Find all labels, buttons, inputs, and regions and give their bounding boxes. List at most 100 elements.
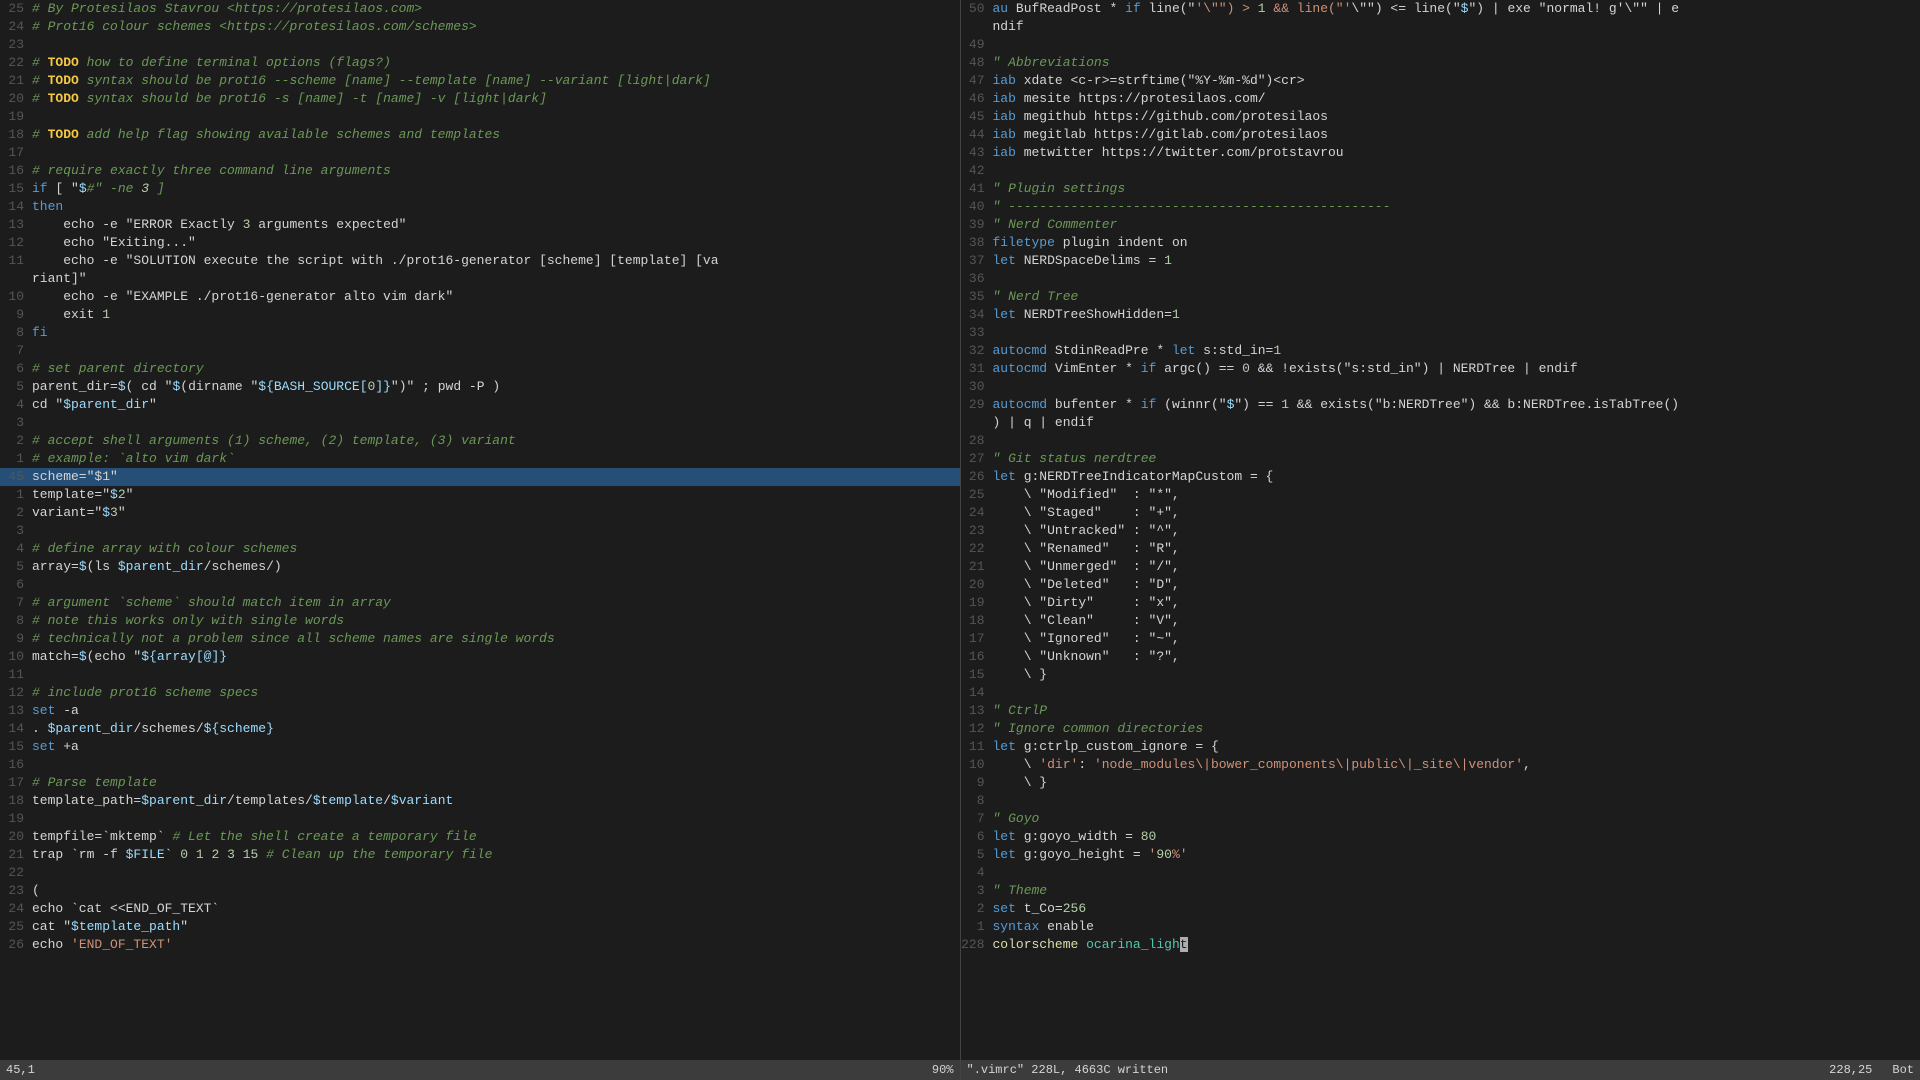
line-content: riant]"	[32, 270, 960, 288]
line-content: # argument `scheme` should match item in…	[32, 594, 960, 612]
line-content: echo `cat <<END_OF_TEXT`	[32, 900, 960, 918]
line-content: syntax enable	[993, 918, 1920, 936]
line-content: \ "Deleted" : "D",	[993, 576, 1920, 594]
code-line: 44iab megitlab https://gitlab.com/protes…	[961, 126, 1920, 144]
code-line: 48" Abbreviations	[961, 54, 1920, 72]
code-line: 38filetype plugin indent on	[961, 234, 1920, 252]
line-number: 8	[961, 792, 993, 810]
code-line: 13 echo -e "ERROR Exactly 3 arguments ex…	[0, 216, 960, 234]
line-content: echo "Exiting..."	[32, 234, 960, 252]
line-number: 9	[961, 774, 993, 792]
code-line: 14. $parent_dir/schemes/${scheme}	[0, 720, 960, 738]
code-line: 22# TODO how to define terminal options …	[0, 54, 960, 72]
line-number: 22	[961, 540, 993, 558]
code-line: 28	[961, 432, 1920, 450]
line-number: 2	[0, 432, 32, 450]
line-content: let g:ctrlp_custom_ignore = {	[993, 738, 1920, 756]
line-number: 22	[0, 864, 32, 882]
line-number: 50	[961, 0, 993, 18]
line-number: 21	[0, 846, 32, 864]
line-content: " CtrlP	[993, 702, 1920, 720]
code-line: 15if [ "$#" -ne 3 ]	[0, 180, 960, 198]
code-line: 19	[0, 810, 960, 828]
line-number: 15	[961, 666, 993, 684]
line-number: 24	[0, 18, 32, 36]
line-number: 16	[0, 162, 32, 180]
code-line: 2variant="$3"	[0, 504, 960, 522]
code-line: 16# require exactly three command line a…	[0, 162, 960, 180]
code-line: 35" Nerd Tree	[961, 288, 1920, 306]
line-number: 34	[961, 306, 993, 324]
code-line: 3	[0, 522, 960, 540]
line-number: 14	[0, 720, 32, 738]
line-content: array=$(ls $parent_dir/schemes/)	[32, 558, 960, 576]
code-line: 11 echo -e "SOLUTION execute the script …	[0, 252, 960, 270]
line-number: 35	[961, 288, 993, 306]
line-content: " Ignore common directories	[993, 720, 1920, 738]
right-code-area[interactable]: 50au BufReadPost * if line("'\"") > 1 &&…	[961, 0, 1920, 1080]
code-line: riant]"	[0, 270, 960, 288]
code-line: 23 \ "Untracked" : "^",	[961, 522, 1920, 540]
code-line: 12# include prot16 scheme specs	[0, 684, 960, 702]
line-number: 23	[961, 522, 993, 540]
code-line: 10match=$(echo "${array[@]}	[0, 648, 960, 666]
code-line: 45iab megithub https://github.com/protes…	[961, 108, 1920, 126]
line-number: 5	[0, 558, 32, 576]
line-content: (	[32, 882, 960, 900]
line-content: iab xdate <c-r>=strftime("%Y-%m-%d")<cr>	[993, 72, 1920, 90]
line-number: 19	[0, 108, 32, 126]
code-line: 9 \ }	[961, 774, 1920, 792]
code-line: 21 \ "Unmerged" : "/",	[961, 558, 1920, 576]
left-pane: 25# By Protesilaos Stavrou <https://prot…	[0, 0, 961, 1080]
line-content: let NERDSpaceDelims = 1	[993, 252, 1920, 270]
line-content: colorscheme ocarina_light	[993, 936, 1920, 954]
line-content: exit 1	[32, 306, 960, 324]
code-line: 6	[0, 576, 960, 594]
code-line: 50au BufReadPost * if line("'\"") > 1 &&…	[961, 0, 1920, 18]
line-number: 13	[961, 702, 993, 720]
line-number: 17	[0, 144, 32, 162]
code-line: 4	[961, 864, 1920, 882]
editor-container: 25# By Protesilaos Stavrou <https://prot…	[0, 0, 1920, 1080]
code-line: 21trap `rm -f $FILE` 0 1 2 3 15 # Clean …	[0, 846, 960, 864]
line-content: " Goyo	[993, 810, 1920, 828]
line-content: \ "Renamed" : "R",	[993, 540, 1920, 558]
line-content: tempfile=`mktemp` # Let the shell create…	[32, 828, 960, 846]
line-content: set -a	[32, 702, 960, 720]
line-content: " Plugin settings	[993, 180, 1920, 198]
line-content: au BufReadPost * if line("'\"") > 1 && l…	[993, 0, 1920, 18]
code-line: 25 \ "Modified" : "*",	[961, 486, 1920, 504]
line-content: # example: `alto vim dark`	[32, 450, 960, 468]
line-content: # TODO syntax should be prot16 --scheme …	[32, 72, 960, 90]
code-line: 8# note this works only with single word…	[0, 612, 960, 630]
line-content: # technically not a problem since all sc…	[32, 630, 960, 648]
code-line: 2set t_Co=256	[961, 900, 1920, 918]
line-content: ) | q | endif	[993, 414, 1920, 432]
code-line: 29autocmd bufenter * if (winnr("$") == 1…	[961, 396, 1920, 414]
line-content: ndif	[993, 18, 1920, 36]
code-line: 3" Theme	[961, 882, 1920, 900]
left-status-bar: 45,1 90%	[0, 1060, 960, 1080]
line-content: # TODO syntax should be prot16 -s [name]…	[32, 90, 960, 108]
line-number: 45	[0, 468, 32, 486]
line-number: 20	[0, 828, 32, 846]
line-number: 18	[0, 792, 32, 810]
line-content: echo 'END_OF_TEXT'	[32, 936, 960, 954]
line-number: 10	[0, 288, 32, 306]
line-number: 11	[0, 252, 32, 270]
line-number: 24	[0, 900, 32, 918]
line-number: 27	[961, 450, 993, 468]
code-line: 24 \ "Staged" : "+",	[961, 504, 1920, 522]
line-number: 2	[961, 900, 993, 918]
left-code-area[interactable]: 25# By Protesilaos Stavrou <https://prot…	[0, 0, 960, 1080]
line-number: 21	[0, 72, 32, 90]
line-number: 7	[0, 594, 32, 612]
code-line: 12" Ignore common directories	[961, 720, 1920, 738]
code-line: 8fi	[0, 324, 960, 342]
line-number: 42	[961, 162, 993, 180]
line-number: 44	[961, 126, 993, 144]
line-number: 16	[0, 756, 32, 774]
line-number: 23	[0, 882, 32, 900]
line-number: 36	[961, 270, 993, 288]
line-number: 20	[0, 90, 32, 108]
